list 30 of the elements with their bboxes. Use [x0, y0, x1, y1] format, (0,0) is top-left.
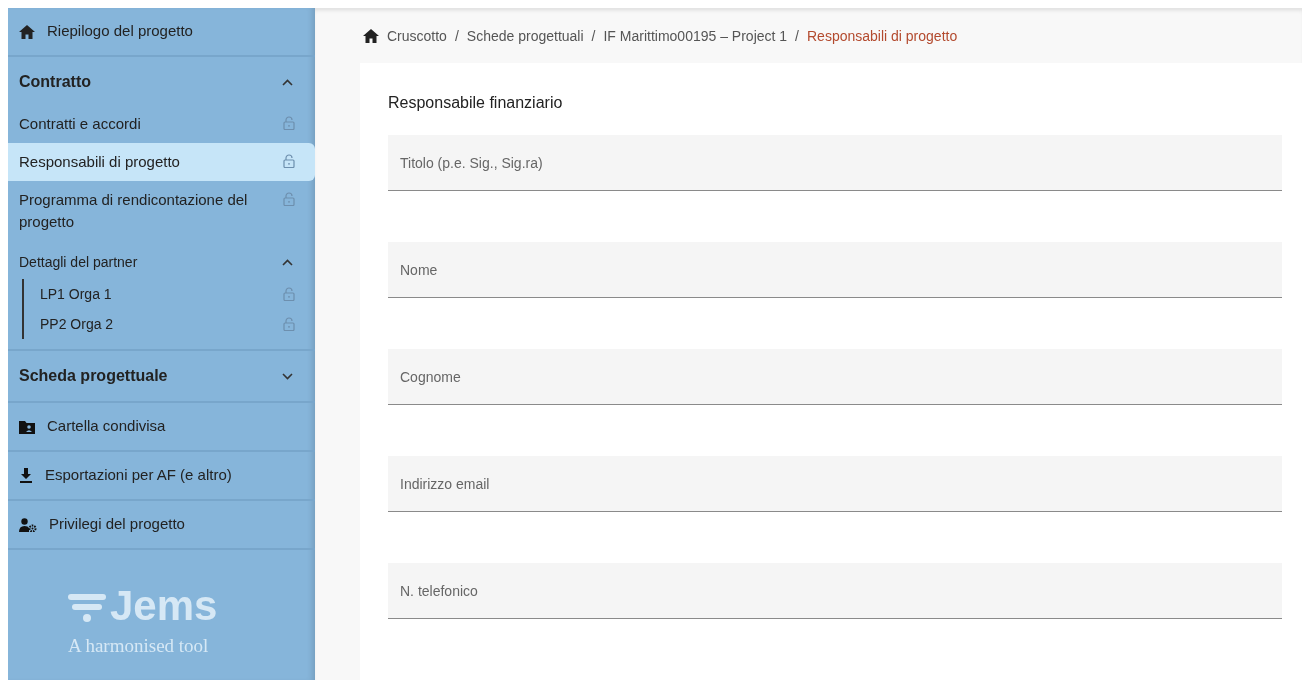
sidebar-item[interactable]: Responsabili di progetto [8, 143, 315, 181]
logo-tagline: A harmonised tool [68, 634, 209, 658]
user-gear-icon [19, 517, 37, 532]
text-field[interactable]: Indirizzo email [388, 456, 1282, 512]
breadcrumb-separator: / [454, 26, 459, 46]
sidebar-item[interactable]: Programma di rendicontazione del progetto [8, 181, 315, 241]
sidebar-item[interactable]: LP1 Orga 1 [24, 279, 315, 309]
logo-wordmark: Jems [110, 584, 218, 628]
chevron-up-icon[interactable] [282, 78, 293, 86]
breadcrumb-separator: / [591, 26, 596, 46]
text-field[interactable]: Titolo (p.e. Sig., Sig.ra) [388, 135, 1282, 191]
breadcrumb-link[interactable]: Cruscotto [387, 25, 447, 47]
download-icon [19, 468, 33, 483]
sidebar-item[interactable]: PP2 Orga 2 [24, 309, 315, 339]
home-icon [19, 24, 35, 39]
breadcrumb-link[interactable]: Schede progettuali [466, 25, 584, 47]
breadcrumb-link[interactable]: IF Marittimo00195 – Project 1 [603, 25, 788, 47]
breadcrumb-separator: / [795, 26, 799, 46]
folder-person-icon [19, 419, 35, 434]
section-header[interactable]: Contratto [8, 57, 315, 107]
text-field[interactable]: Cognome [388, 349, 1282, 405]
text-field[interactable]: N. telefonico [388, 563, 1282, 619]
text-field[interactable]: Nome [388, 242, 1282, 298]
section-header[interactable]: Scheda progettuale [8, 351, 315, 401]
chevron-up-icon[interactable] [282, 258, 293, 266]
sidebar-item[interactable]: Contratti e accordi [8, 105, 315, 143]
form-title: Responsabile finanziario [388, 93, 564, 113]
group-label: Dettagli del partner [19, 252, 138, 272]
home-icon [363, 29, 379, 43]
chevron-down-icon[interactable] [282, 372, 293, 380]
